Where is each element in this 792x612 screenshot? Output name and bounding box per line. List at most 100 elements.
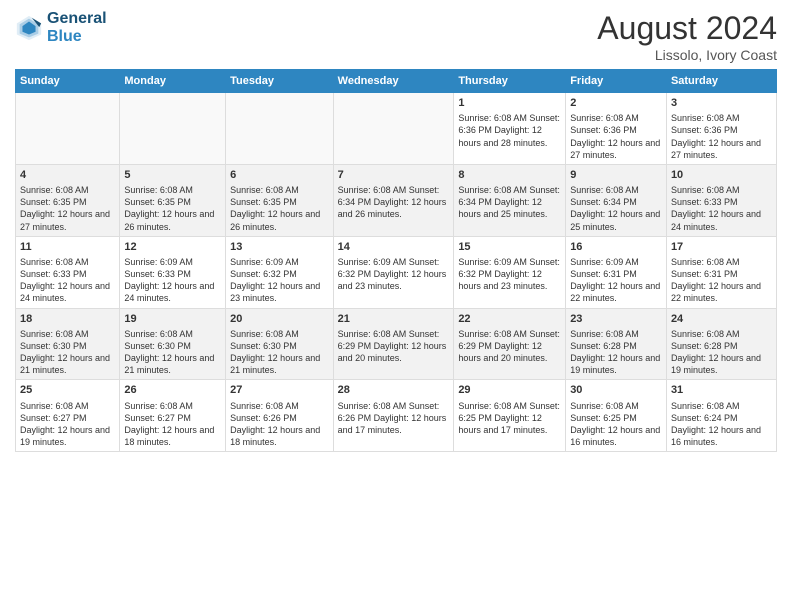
cell-content: Sunrise: 6:08 AM Sunset: 6:28 PM Dayligh… <box>671 328 772 377</box>
calendar-cell <box>226 93 334 165</box>
col-thursday: Thursday <box>454 70 566 93</box>
calendar-cell: 26 Sunrise: 6:08 AM Sunset: 6:27 PM Dayli… <box>120 380 226 452</box>
day-number: 28 <box>338 383 450 397</box>
cell-content: Sunrise: 6:09 AM Sunset: 6:32 PM Dayligh… <box>230 256 329 305</box>
cell-content: Sunrise: 6:08 AM Sunset: 6:36 PM Dayligh… <box>671 112 772 161</box>
cell-content: Sunrise: 6:08 AM Sunset: 6:36 PM Dayligh… <box>570 112 662 161</box>
day-number: 14 <box>338 240 450 254</box>
cell-content: Sunrise: 6:08 AM Sunset: 6:27 PM Dayligh… <box>20 400 115 449</box>
subtitle: Lissolo, Ivory Coast <box>597 47 777 63</box>
day-number: 7 <box>338 168 450 182</box>
cell-content: Sunrise: 6:08 AM Sunset: 6:36 PM Dayligh… <box>458 112 561 148</box>
col-friday: Friday <box>566 70 667 93</box>
calendar-cell: 12 Sunrise: 6:09 AM Sunset: 6:33 PM Dayli… <box>120 236 226 308</box>
main-title: August 2024 <box>597 10 777 47</box>
calendar-cell: 14 Sunrise: 6:09 AM Sunset: 6:32 PM Dayli… <box>333 236 454 308</box>
day-number: 2 <box>570 96 662 110</box>
day-number: 19 <box>124 312 221 326</box>
day-number: 30 <box>570 383 662 397</box>
day-number: 8 <box>458 168 561 182</box>
calendar-table: Sunday Monday Tuesday Wednesday Thursday… <box>15 69 777 452</box>
week-row-2: 11 Sunrise: 6:08 AM Sunset: 6:33 PM Dayli… <box>16 236 777 308</box>
cell-content: Sunrise: 6:08 AM Sunset: 6:33 PM Dayligh… <box>20 256 115 305</box>
cell-content: Sunrise: 6:08 AM Sunset: 6:34 PM Dayligh… <box>458 184 561 220</box>
calendar-cell: 25Sunrise: 6:08 AM Sunset: 6:27 PM Dayli… <box>16 380 120 452</box>
cell-content: Sunrise: 6:08 AM Sunset: 6:30 PM Dayligh… <box>230 328 329 377</box>
cell-content: Sunrise: 6:09 AM Sunset: 6:32 PM Dayligh… <box>338 256 450 292</box>
col-monday: Monday <box>120 70 226 93</box>
day-number: 27 <box>230 383 329 397</box>
calendar-cell: 1 Sunrise: 6:08 AM Sunset: 6:36 PM Daylig… <box>454 93 566 165</box>
calendar-cell: 7Sunrise: 6:08 AM Sunset: 6:34 PM Daylig… <box>333 164 454 236</box>
day-number: 1 <box>458 96 561 110</box>
cell-content: Sunrise: 6:08 AM Sunset: 6:29 PM Dayligh… <box>338 328 450 364</box>
cell-content: Sunrise: 6:08 AM Sunset: 6:26 PM Dayligh… <box>338 400 450 436</box>
col-tuesday: Tuesday <box>226 70 334 93</box>
calendar-cell: 10 Sunrise: 6:08 AM Sunset: 6:33 PM Dayli… <box>666 164 776 236</box>
calendar-cell: 31 Sunrise: 6:08 AM Sunset: 6:24 PM Dayli… <box>666 380 776 452</box>
day-number: 12 <box>124 240 221 254</box>
calendar-cell: 8 Sunrise: 6:08 AM Sunset: 6:34 PM Daylig… <box>454 164 566 236</box>
cell-content: Sunrise: 6:08 AM Sunset: 6:27 PM Dayligh… <box>124 400 221 449</box>
day-number: 22 <box>458 312 561 326</box>
day-number: 3 <box>671 96 772 110</box>
day-number: 24 <box>671 312 772 326</box>
day-number: 26 <box>124 383 221 397</box>
cell-content: Sunrise: 6:08 AM Sunset: 6:25 PM Dayligh… <box>570 400 662 449</box>
day-number: 15 <box>458 240 561 254</box>
col-saturday: Saturday <box>666 70 776 93</box>
calendar-cell: 16Sunrise: 6:09 AM Sunset: 6:31 PM Dayli… <box>566 236 667 308</box>
calendar-cell: 30 Sunrise: 6:08 AM Sunset: 6:25 PM Dayli… <box>566 380 667 452</box>
calendar-cell <box>333 93 454 165</box>
day-number: 10 <box>671 168 772 182</box>
week-row-3: 18 Sunrise: 6:08 AM Sunset: 6:30 PM Dayli… <box>16 308 777 380</box>
header: General Blue August 2024 Lissolo, Ivory … <box>15 10 777 63</box>
cell-content: Sunrise: 6:08 AM Sunset: 6:33 PM Dayligh… <box>671 184 772 233</box>
calendar-cell: 5 Sunrise: 6:08 AM Sunset: 6:35 PM Daylig… <box>120 164 226 236</box>
calendar-cell: 27 Sunrise: 6:08 AM Sunset: 6:26 PM Dayli… <box>226 380 334 452</box>
cell-content: Sunrise: 6:09 AM Sunset: 6:33 PM Dayligh… <box>124 256 221 305</box>
day-number: 20 <box>230 312 329 326</box>
col-sunday: Sunday <box>16 70 120 93</box>
day-number: 16 <box>570 240 662 254</box>
calendar-cell: 17 Sunrise: 6:08 AM Sunset: 6:31 PM Dayli… <box>666 236 776 308</box>
day-number: 6 <box>230 168 329 182</box>
day-number: 13 <box>230 240 329 254</box>
page: General Blue August 2024 Lissolo, Ivory … <box>0 0 792 612</box>
week-row-1: 4Sunrise: 6:08 AM Sunset: 6:35 PM Daylig… <box>16 164 777 236</box>
cell-content: Sunrise: 6:08 AM Sunset: 6:35 PM Dayligh… <box>124 184 221 233</box>
cell-content: Sunrise: 6:08 AM Sunset: 6:35 PM Dayligh… <box>20 184 115 233</box>
cell-content: Sunrise: 6:08 AM Sunset: 6:35 PM Dayligh… <box>230 184 329 233</box>
calendar-cell: 9Sunrise: 6:08 AM Sunset: 6:34 PM Daylig… <box>566 164 667 236</box>
day-number: 17 <box>671 240 772 254</box>
cell-content: Sunrise: 6:09 AM Sunset: 6:32 PM Dayligh… <box>458 256 561 292</box>
calendar-cell: 11 Sunrise: 6:08 AM Sunset: 6:33 PM Dayli… <box>16 236 120 308</box>
cell-content: Sunrise: 6:08 AM Sunset: 6:29 PM Dayligh… <box>458 328 561 364</box>
cell-content: Sunrise: 6:08 AM Sunset: 6:26 PM Dayligh… <box>230 400 329 449</box>
calendar-cell: 23 Sunrise: 6:08 AM Sunset: 6:28 PM Dayli… <box>566 308 667 380</box>
logo-text: General Blue <box>47 10 107 45</box>
day-number: 31 <box>671 383 772 397</box>
week-row-4: 25Sunrise: 6:08 AM Sunset: 6:27 PM Dayli… <box>16 380 777 452</box>
calendar-cell: 19Sunrise: 6:08 AM Sunset: 6:30 PM Dayli… <box>120 308 226 380</box>
cell-content: Sunrise: 6:08 AM Sunset: 6:30 PM Dayligh… <box>20 328 115 377</box>
cell-content: Sunrise: 6:08 AM Sunset: 6:31 PM Dayligh… <box>671 256 772 305</box>
day-number: 23 <box>570 312 662 326</box>
cell-content: Sunrise: 6:08 AM Sunset: 6:24 PM Dayligh… <box>671 400 772 449</box>
col-wednesday: Wednesday <box>333 70 454 93</box>
calendar-cell: 13 Sunrise: 6:09 AM Sunset: 6:32 PM Dayli… <box>226 236 334 308</box>
calendar-cell: 15 Sunrise: 6:09 AM Sunset: 6:32 PM Dayli… <box>454 236 566 308</box>
cell-content: Sunrise: 6:08 AM Sunset: 6:25 PM Dayligh… <box>458 400 561 436</box>
title-block: August 2024 Lissolo, Ivory Coast <box>597 10 777 63</box>
day-number: 18 <box>20 312 115 326</box>
header-row: Sunday Monday Tuesday Wednesday Thursday… <box>16 70 777 93</box>
calendar-cell: 22 Sunrise: 6:08 AM Sunset: 6:29 PM Dayli… <box>454 308 566 380</box>
day-number: 11 <box>20 240 115 254</box>
logo: General Blue <box>15 10 107 45</box>
calendar-cell <box>16 93 120 165</box>
calendar-cell: 28 Sunrise: 6:08 AM Sunset: 6:26 PM Dayli… <box>333 380 454 452</box>
calendar-cell: 6 Sunrise: 6:08 AM Sunset: 6:35 PM Daylig… <box>226 164 334 236</box>
day-number: 5 <box>124 168 221 182</box>
cell-content: Sunrise: 6:08 AM Sunset: 6:28 PM Dayligh… <box>570 328 662 377</box>
week-row-0: 1 Sunrise: 6:08 AM Sunset: 6:36 PM Daylig… <box>16 93 777 165</box>
